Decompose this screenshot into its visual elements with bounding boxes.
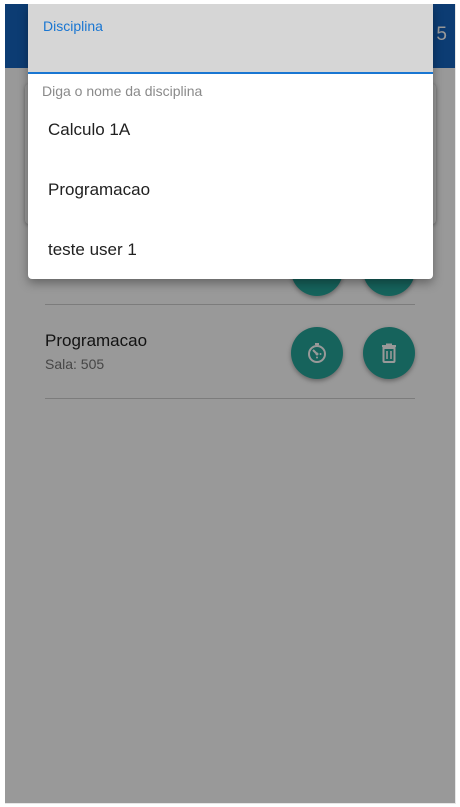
app-screen: 5 Programacao Sala: 505 Disciplina Diga … [5,4,456,804]
dropdown-option[interactable]: Calculo 1A [28,100,433,160]
autocomplete-dropdown: Disciplina Diga o nome da disciplina Cal… [28,4,433,279]
disciplina-field[interactable]: Disciplina [28,4,433,74]
disciplina-field-label: Disciplina [43,18,103,34]
dropdown-option[interactable]: teste user 1 [28,220,433,279]
dropdown-option[interactable]: Programacao [28,160,433,220]
disciplina-helper-text: Diga o nome da disciplina [42,83,203,99]
